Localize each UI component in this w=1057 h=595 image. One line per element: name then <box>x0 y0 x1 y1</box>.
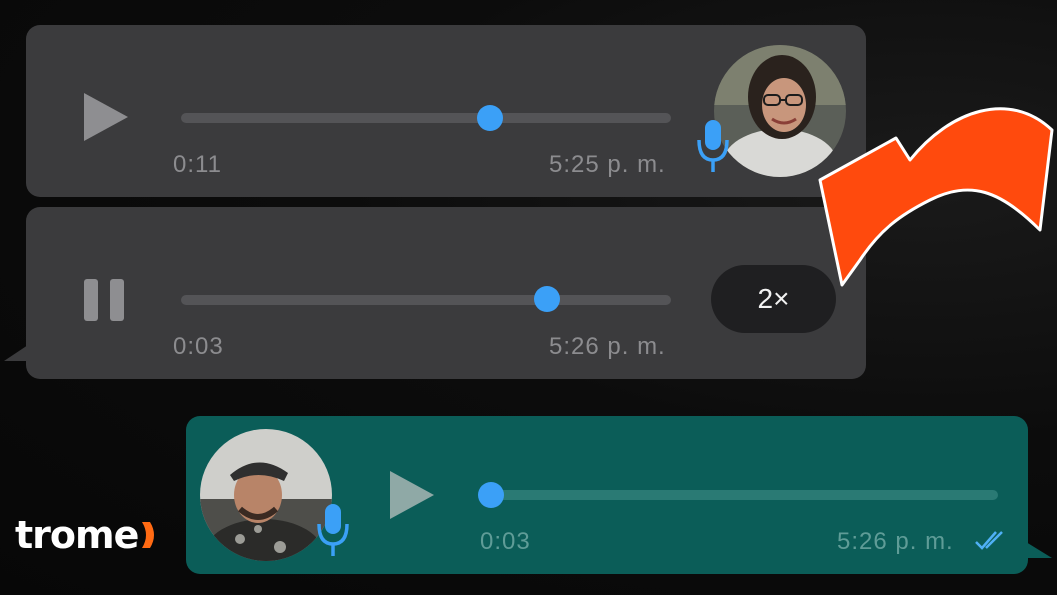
play-button[interactable] <box>82 91 130 148</box>
play-icon <box>390 471 434 519</box>
brand-logo: trome <box>15 513 160 557</box>
message-timestamp: 5:25 p. m. <box>549 151 666 178</box>
audio-scrubber-knob[interactable] <box>534 286 560 312</box>
pause-icon <box>84 279 124 321</box>
voice-message-2: 0:03 5:26 p. m. 2× <box>4 207 866 379</box>
elapsed-time: 0:03 <box>173 333 224 360</box>
voice-message-1: 0:11 5:25 p. m. <box>26 25 866 197</box>
mic-icon <box>696 118 730 179</box>
elapsed-time: 0:03 <box>480 528 531 555</box>
play-icon <box>84 93 128 141</box>
play-button[interactable] <box>388 469 436 526</box>
audio-progress-track[interactable] <box>181 113 671 123</box>
elapsed-time: 0:11 <box>173 151 222 178</box>
bubble-tail <box>4 345 28 361</box>
audio-progress-track[interactable] <box>181 295 671 305</box>
sender-avatar[interactable] <box>200 429 332 561</box>
brand-logo-text: trome <box>15 513 139 557</box>
bubble-tail <box>1026 542 1052 558</box>
pause-button[interactable] <box>82 277 128 328</box>
audio-scrubber-knob[interactable] <box>477 105 503 131</box>
audio-progress-track[interactable] <box>480 490 998 500</box>
chat-screen: 0:11 5:25 p. m. 0:03 5:26 p. m. 2× 0:03 … <box>0 0 1057 595</box>
curved-arrow-icon <box>818 107 1054 287</box>
audio-scrubber-knob[interactable] <box>478 482 504 508</box>
double-check-icon <box>974 528 1010 557</box>
voice-message-3: 0:03 5:26 p. m. <box>186 416 1052 574</box>
avatar-photo <box>200 429 332 561</box>
logo-mark-icon <box>142 522 155 548</box>
message-timestamp: 5:26 p. m. <box>549 333 666 360</box>
mic-icon <box>316 502 350 563</box>
message-timestamp: 5:26 p. m. <box>837 528 954 555</box>
